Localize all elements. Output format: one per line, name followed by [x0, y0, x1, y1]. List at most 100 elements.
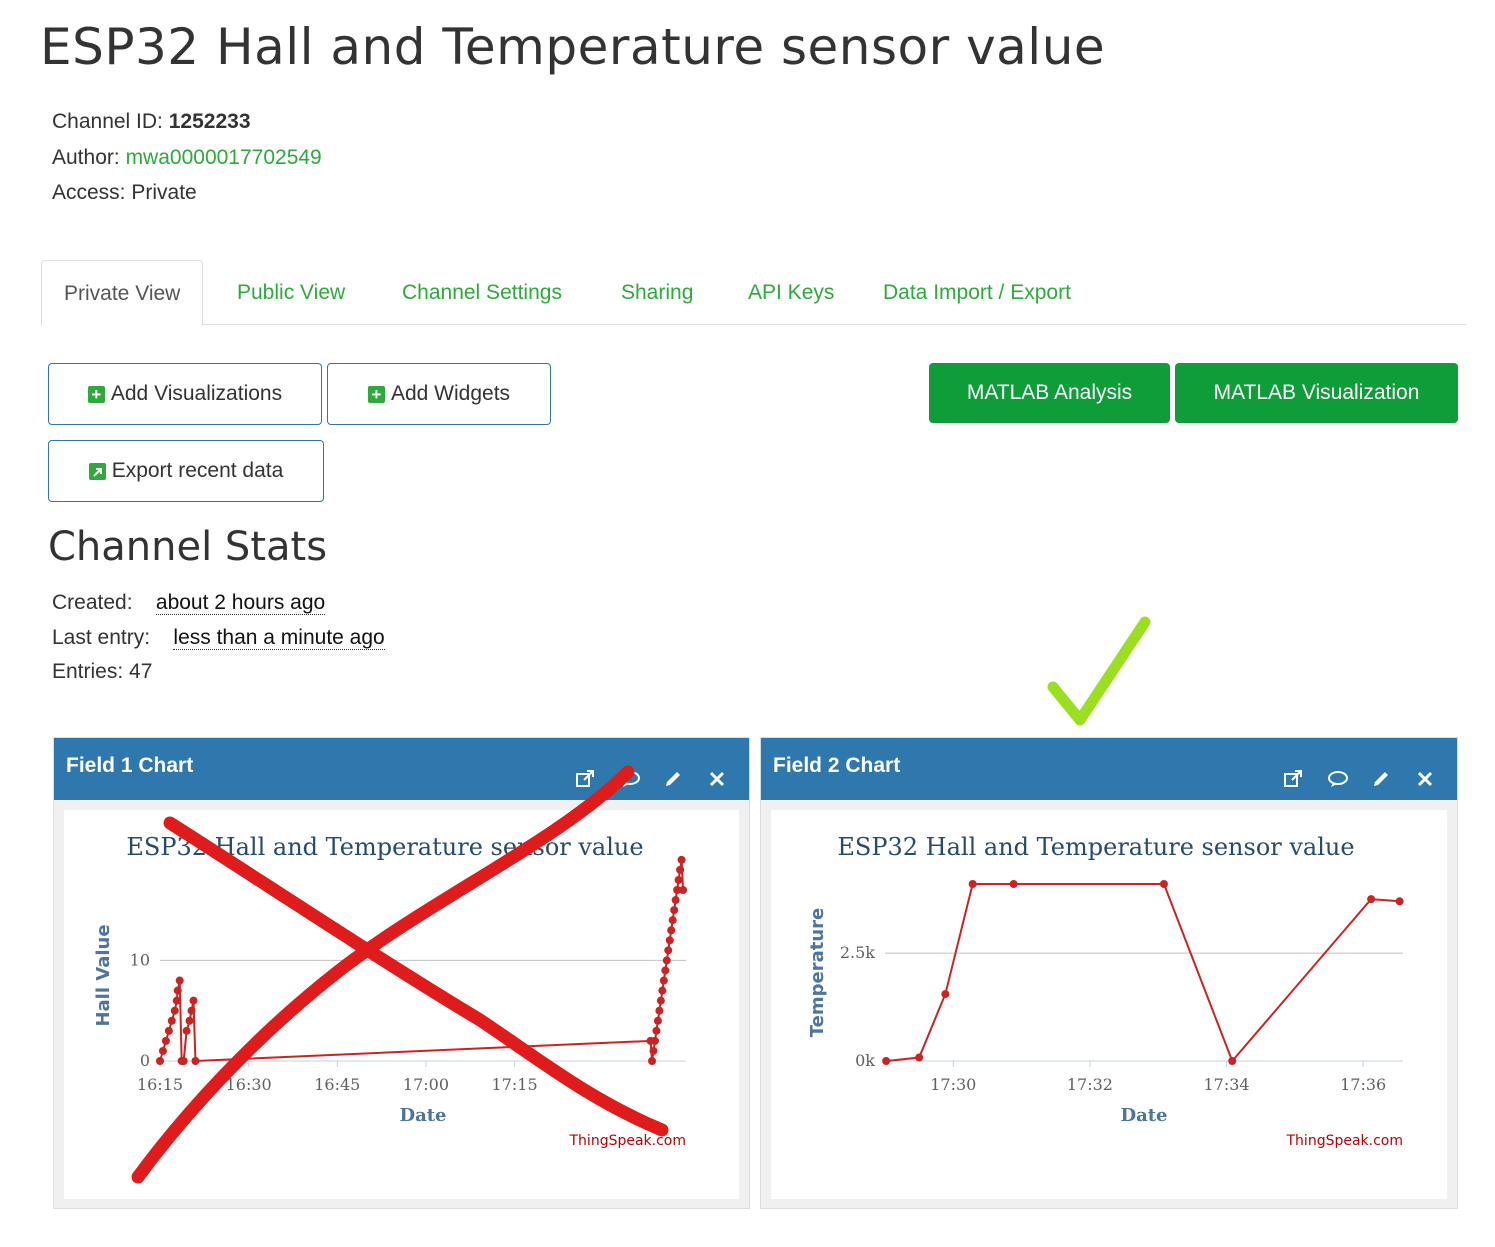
- data-point: [156, 1057, 164, 1065]
- series-line: [886, 883, 1400, 1063]
- tab-sharing[interactable]: Sharing: [621, 260, 693, 325]
- field-2-chart: ESP32 Hall and Temperature sensor value 0…: [771, 810, 1447, 1199]
- tab-public-view[interactable]: Public View: [237, 260, 345, 325]
- data-point: [674, 875, 683, 884]
- data-point: [650, 1036, 659, 1045]
- data-point: [172, 996, 181, 1005]
- data-point: [656, 996, 665, 1005]
- data-point: [158, 1046, 167, 1055]
- x-axis-label: Date: [1120, 1105, 1167, 1126]
- author-link[interactable]: mwa0000017702549: [126, 146, 322, 169]
- data-point: [182, 1026, 191, 1035]
- data-point: [161, 1036, 170, 1045]
- x-tick-label: 16:15: [137, 1075, 183, 1094]
- data-point: [652, 1026, 661, 1035]
- channel-meta: Channel ID: 1252233 Author: mwa000001770…: [52, 104, 322, 211]
- green-check-annotation: [1047, 616, 1151, 726]
- close-icon[interactable]: [1415, 755, 1435, 787]
- field-1-chart: ESP32 Hall and Temperature sensor value 0…: [64, 810, 739, 1199]
- matlab-analysis-button[interactable]: MATLAB Analysis: [929, 363, 1170, 423]
- data-point: [185, 1016, 194, 1025]
- y-tick-label: 0: [140, 1051, 150, 1070]
- data-point: [187, 1006, 196, 1015]
- pencil-icon[interactable]: [1371, 755, 1391, 786]
- data-point: [941, 990, 950, 999]
- data-point: [1009, 880, 1018, 888]
- y-tick-label: 2.5k: [840, 943, 875, 962]
- tab-data-import-export[interactable]: Data Import / Export: [883, 260, 1071, 325]
- data-point: [189, 996, 198, 1005]
- panel-icons: [1283, 755, 1435, 787]
- x-tick-label: 16:30: [226, 1075, 272, 1094]
- data-point: [655, 1006, 664, 1015]
- stat-last-entry: Last entry: less than a minute ago: [52, 625, 385, 650]
- add-visualizations-button[interactable]: + Add Visualizations: [48, 363, 322, 425]
- data-point: [662, 956, 671, 965]
- plus-icon: +: [87, 385, 105, 403]
- external-link-icon[interactable]: [1283, 755, 1303, 787]
- export-recent-data-button[interactable]: Export recent data: [48, 440, 324, 502]
- data-point: [677, 855, 686, 864]
- data-point: [170, 1006, 179, 1015]
- x-tick-label: 17:32: [1067, 1075, 1113, 1094]
- channel-author: Author: mwa0000017702549: [52, 145, 322, 169]
- data-point: [179, 1057, 188, 1065]
- data-point: [667, 926, 676, 935]
- data-point: [1367, 895, 1376, 904]
- data-point: [648, 1057, 657, 1065]
- tab-private-view[interactable]: Private View: [41, 260, 204, 326]
- tab-api-keys[interactable]: API Keys: [748, 260, 834, 325]
- chart-svg: ESP32 Hall and Temperature sensor value 0…: [93, 833, 688, 1149]
- channel-tabs: Private View Public View Channel Setting…: [41, 260, 1466, 326]
- data-point: [679, 886, 688, 894]
- data-point: [915, 1053, 924, 1062]
- chart-title: ESP32 Hall and Temperature sensor value: [126, 833, 643, 861]
- x-tick-label: 17:30: [930, 1075, 976, 1094]
- panel-icons: [575, 755, 727, 787]
- data-point: [167, 1016, 176, 1025]
- external-link-icon[interactable]: [575, 755, 595, 787]
- chart-credit: ThingSpeak.com: [569, 1133, 687, 1149]
- field-2-chart-panel: Field 2 Chart ESP32 Hall and Temperature…: [760, 737, 1458, 1209]
- x-axis-label: Date: [399, 1105, 446, 1126]
- data-point: [658, 986, 667, 995]
- close-icon[interactable]: [707, 755, 727, 787]
- y-axis-label: Hall Value: [93, 924, 114, 1026]
- stat-created: Created: about 2 hours ago: [52, 591, 326, 615]
- page-title: ESP32 Hall and Temperature sensor value: [40, 18, 1106, 76]
- panel-header: Field 1 Chart: [54, 738, 749, 800]
- pencil-icon[interactable]: [663, 755, 683, 786]
- add-widgets-button[interactable]: + Add Widgets: [327, 363, 551, 425]
- channel-id: Channel ID: 1252233: [52, 110, 251, 133]
- comment-icon[interactable]: [619, 755, 640, 787]
- data-point: [659, 976, 668, 985]
- y-axis-label: Temperature: [807, 908, 828, 1037]
- comment-icon[interactable]: [1327, 755, 1348, 787]
- data-point: [665, 936, 674, 945]
- plus-icon: +: [367, 385, 385, 403]
- data-point: [661, 966, 670, 975]
- data-point: [191, 1057, 200, 1065]
- data-point: [671, 896, 680, 905]
- x-tick-label: 16:45: [314, 1075, 360, 1094]
- data-point: [1395, 897, 1404, 906]
- channel-stats: Created: about 2 hours ago Last entry: l…: [52, 586, 385, 690]
- field-1-chart-panel: Field 1 Chart ESP32 Hall and Temperature…: [53, 737, 750, 1209]
- matlab-visualization-button[interactable]: MATLAB Visualization: [1175, 363, 1458, 423]
- chart-title: ESP32 Hall and Temperature sensor value: [837, 833, 1354, 861]
- data-point: [664, 946, 673, 955]
- data-point: [653, 1016, 662, 1025]
- data-point: [968, 880, 977, 888]
- chart-svg: ESP32 Hall and Temperature sensor value 0…: [807, 833, 1404, 1149]
- x-tick-label: 17:00: [403, 1075, 449, 1094]
- panel-header: Field 2 Chart: [761, 738, 1457, 800]
- data-point: [164, 1026, 173, 1035]
- y-tick-label: 10: [130, 950, 150, 969]
- x-tick-label: 17:34: [1203, 1075, 1249, 1094]
- data-point: [173, 986, 182, 995]
- data-point: [670, 906, 679, 915]
- tab-channel-settings[interactable]: Channel Settings: [402, 260, 562, 325]
- data-point: [668, 916, 677, 925]
- x-tick-label: 17:36: [1340, 1075, 1386, 1094]
- channel-stats-title: Channel Stats: [48, 524, 328, 570]
